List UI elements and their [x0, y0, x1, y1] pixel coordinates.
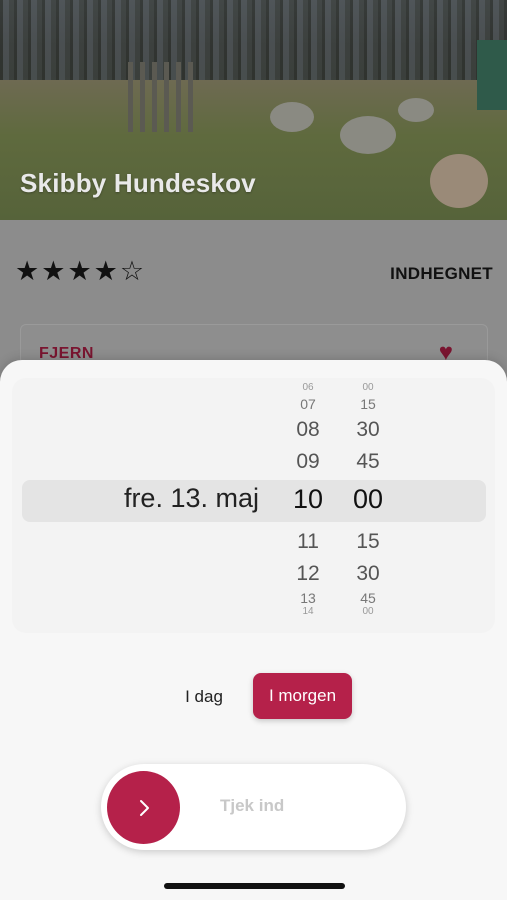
picker-minute[interactable]: 15: [338, 396, 398, 412]
picker-hour[interactable]: 11: [278, 530, 338, 554]
hero-rock: [398, 98, 434, 122]
tomorrow-button[interactable]: I morgen: [253, 673, 352, 719]
picker-hour[interactable]: 14: [278, 606, 338, 617]
picker-minute[interactable]: 00: [338, 382, 398, 393]
checkin-slider[interactable]: Tjek ind: [101, 764, 406, 850]
slider-label: Tjek ind: [220, 796, 285, 815]
picker-minute[interactable]: 45: [338, 450, 398, 474]
picker-minute[interactable]: 45: [338, 590, 398, 606]
picker-hour[interactable]: 08: [278, 418, 338, 442]
picker-hour-column[interactable]: 06 07 08 09 10 11 12 13 14: [278, 378, 338, 633]
picker-hour[interactable]: 09: [278, 450, 338, 474]
star-icon: ★: [41, 256, 66, 286]
hero-trees: [0, 0, 507, 80]
hero-rock: [430, 154, 488, 208]
hero-rock: [270, 102, 314, 132]
picker-minute[interactable]: 15: [338, 530, 398, 554]
picker-hour-selected[interactable]: 10: [278, 484, 338, 515]
picker-hour[interactable]: 13: [278, 590, 338, 606]
hero-rock: [340, 116, 396, 154]
star-outline-icon: ☆: [119, 256, 145, 286]
rating-stars: ★ ★ ★ ★ ☆: [15, 258, 144, 285]
checkin-sheet: fre. 13. maj 06 07 08 09 10 11 12 13 14 …: [0, 360, 507, 900]
chevron-right-icon: [139, 799, 149, 816]
hero-ground: [0, 80, 507, 220]
home-indicator: [164, 883, 345, 889]
picker-minute-column[interactable]: 00 15 30 45 00 15 30 45 00: [338, 378, 398, 633]
today-button[interactable]: I dag: [174, 687, 234, 707]
picker-hour[interactable]: 12: [278, 562, 338, 586]
slider-knob[interactable]: [107, 771, 180, 844]
place-title: Skibby Hundeskov: [20, 168, 256, 198]
picker-minute[interactable]: 30: [338, 418, 398, 442]
date-time-picker[interactable]: fre. 13. maj 06 07 08 09 10 11 12 13 14 …: [12, 378, 495, 633]
fence-type-label: INDHEGNET: [390, 264, 493, 283]
picker-minute-selected[interactable]: 00: [338, 484, 398, 515]
picker-minute[interactable]: 00: [338, 606, 398, 617]
star-icon: ★: [93, 256, 118, 286]
picker-date[interactable]: fre. 13. maj: [124, 483, 259, 514]
hero-fence: [128, 62, 200, 132]
day-toggle: I dag I morgen: [0, 673, 507, 719]
picker-hour[interactable]: 06: [278, 382, 338, 393]
hero-shed: [477, 40, 507, 110]
picker-minute[interactable]: 30: [338, 562, 398, 586]
hero-image: Skibby Hundeskov: [0, 0, 507, 220]
picker-hour[interactable]: 07: [278, 396, 338, 412]
star-icon: ★: [67, 256, 92, 286]
star-icon: ★: [15, 256, 40, 286]
